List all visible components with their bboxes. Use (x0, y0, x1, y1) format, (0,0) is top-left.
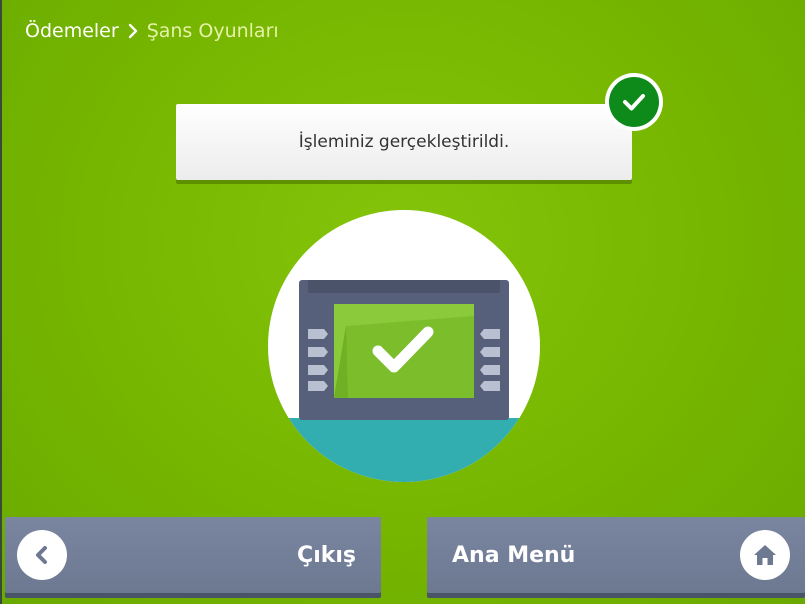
window-left-border (0, 0, 2, 604)
success-message-text: İşleminiz gerçekleştirildi. (298, 132, 510, 152)
chevron-right-icon (127, 23, 139, 39)
chevron-left-icon (17, 530, 67, 580)
breadcrumb-parent[interactable]: Ödemeler (25, 20, 119, 42)
exit-button[interactable]: Çıkış (5, 517, 381, 593)
atm-illustration (268, 210, 540, 482)
check-circle-icon (605, 73, 663, 131)
success-message-box: İşleminiz gerçekleştirildi. (176, 104, 632, 180)
main-menu-button[interactable]: Ana Menü (427, 517, 805, 593)
exit-button-label: Çıkış (297, 542, 356, 568)
breadcrumb-current: Şans Oyunları (146, 20, 279, 42)
breadcrumb: Ödemeler Şans Oyunları (25, 20, 279, 42)
atm-success-icon (268, 280, 540, 482)
home-icon (740, 530, 790, 580)
main-menu-button-label: Ana Menü (452, 542, 576, 568)
